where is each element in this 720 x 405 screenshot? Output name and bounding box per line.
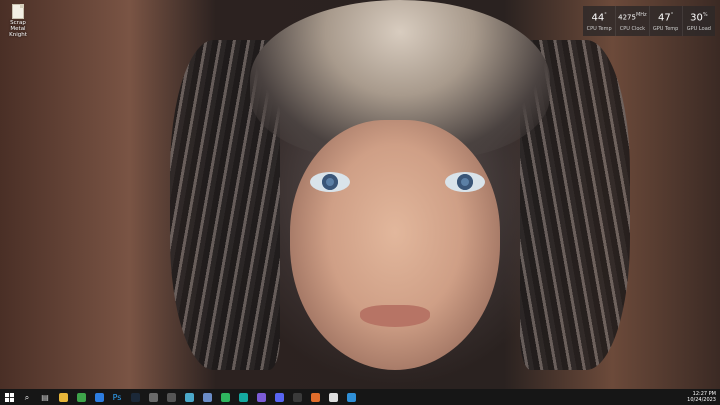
gpu-load-value: 30 bbox=[690, 12, 703, 24]
hardware-monitor-widget: 44° CPU Temp 4275MHz CPU Clock 47° GPU T… bbox=[583, 6, 715, 36]
app-obs-icon bbox=[292, 392, 302, 402]
wallpaper-eye-right bbox=[445, 172, 485, 192]
taskbar-app-app-obs[interactable] bbox=[288, 389, 306, 405]
taskbar-app-chrome[interactable] bbox=[72, 389, 90, 405]
taskbar-app-app-teal[interactable] bbox=[234, 389, 252, 405]
edge-icon bbox=[346, 392, 356, 402]
app-orange-icon bbox=[310, 392, 320, 402]
search-icon: ⌕ bbox=[24, 392, 30, 402]
taskbar-app-app-green[interactable] bbox=[216, 389, 234, 405]
cpu-temp-label: CPU Temp bbox=[586, 25, 612, 32]
photos-icon bbox=[202, 392, 212, 402]
gpu-temp-unit: ° bbox=[670, 12, 674, 19]
start-button[interactable] bbox=[0, 389, 18, 405]
app-green-icon bbox=[220, 392, 230, 402]
taskbar-app-photos[interactable] bbox=[198, 389, 216, 405]
taskbar-app-app-dark[interactable] bbox=[144, 389, 162, 405]
app-blue-icon bbox=[94, 392, 104, 402]
clock-date: 10/24/2023 bbox=[687, 397, 716, 403]
taskbar-app-task-view[interactable]: ▤ bbox=[36, 389, 54, 405]
system-tray-clock[interactable]: 12:27 PM 10/24/2023 bbox=[687, 389, 716, 405]
taskbar-app-app-grey[interactable] bbox=[162, 389, 180, 405]
taskbar-app-notepad[interactable] bbox=[180, 389, 198, 405]
wallpaper-eye-left bbox=[310, 172, 350, 192]
desktop-icon-scrap-metal-knight[interactable]: Scrap Metal Knight bbox=[2, 2, 34, 38]
wallpaper-lips bbox=[360, 305, 430, 327]
taskbar: ⌕ ▤ Ps bbox=[0, 389, 720, 405]
taskbar-app-discord[interactable] bbox=[270, 389, 288, 405]
taskbar-app-app-purple[interactable] bbox=[252, 389, 270, 405]
taskbar-app-file-explorer[interactable] bbox=[54, 389, 72, 405]
task-view-icon: ▤ bbox=[41, 392, 49, 402]
app-white-icon bbox=[328, 392, 338, 402]
taskbar-app-list: ⌕ ▤ Ps bbox=[18, 389, 360, 405]
app-grey-icon bbox=[166, 392, 176, 402]
desktop-icon-label: Scrap Metal Knight bbox=[9, 20, 27, 38]
gpu-load-unit: % bbox=[702, 12, 708, 19]
photoshop-icon: Ps bbox=[112, 392, 122, 402]
desktop-wallpaper bbox=[0, 0, 720, 389]
document-icon bbox=[12, 4, 24, 19]
cpu-temp-value: 44 bbox=[591, 12, 605, 24]
cpu-clock-value: 4275 bbox=[618, 13, 636, 22]
cpu-clock-unit: MHz bbox=[635, 12, 647, 19]
cpu-temp-unit: ° bbox=[604, 12, 607, 19]
notepad-icon bbox=[184, 392, 194, 402]
wallpaper-face bbox=[290, 120, 500, 370]
cpu-clock-label: CPU Clock bbox=[619, 25, 646, 32]
cpu-clock-cell: 4275MHz CPU Clock bbox=[615, 6, 648, 36]
taskbar-app-edge[interactable] bbox=[342, 389, 360, 405]
taskbar-app-app-orange[interactable] bbox=[306, 389, 324, 405]
taskbar-app-steam[interactable] bbox=[126, 389, 144, 405]
app-teal-icon bbox=[238, 392, 248, 402]
taskbar-app-search[interactable]: ⌕ bbox=[18, 389, 36, 405]
taskbar-app-app-white[interactable] bbox=[324, 389, 342, 405]
gpu-temp-cell: 47° GPU Temp bbox=[648, 6, 682, 36]
discord-icon bbox=[274, 392, 284, 402]
file-explorer-icon bbox=[58, 392, 68, 402]
steam-icon bbox=[130, 392, 140, 402]
chrome-icon bbox=[76, 392, 86, 402]
taskbar-app-photoshop[interactable]: Ps bbox=[108, 389, 126, 405]
app-purple-icon bbox=[256, 392, 266, 402]
gpu-temp-label: GPU Temp bbox=[652, 25, 679, 32]
gpu-temp-value: 47 bbox=[658, 12, 671, 24]
gpu-load-label: GPU Load bbox=[686, 25, 711, 32]
windows-logo-icon bbox=[4, 392, 14, 402]
app-dark-icon bbox=[148, 392, 158, 402]
gpu-load-cell: 30% GPU Load bbox=[681, 6, 715, 36]
cpu-temp-cell: 44° CPU Temp bbox=[583, 6, 615, 36]
taskbar-app-app-blue[interactable] bbox=[90, 389, 108, 405]
